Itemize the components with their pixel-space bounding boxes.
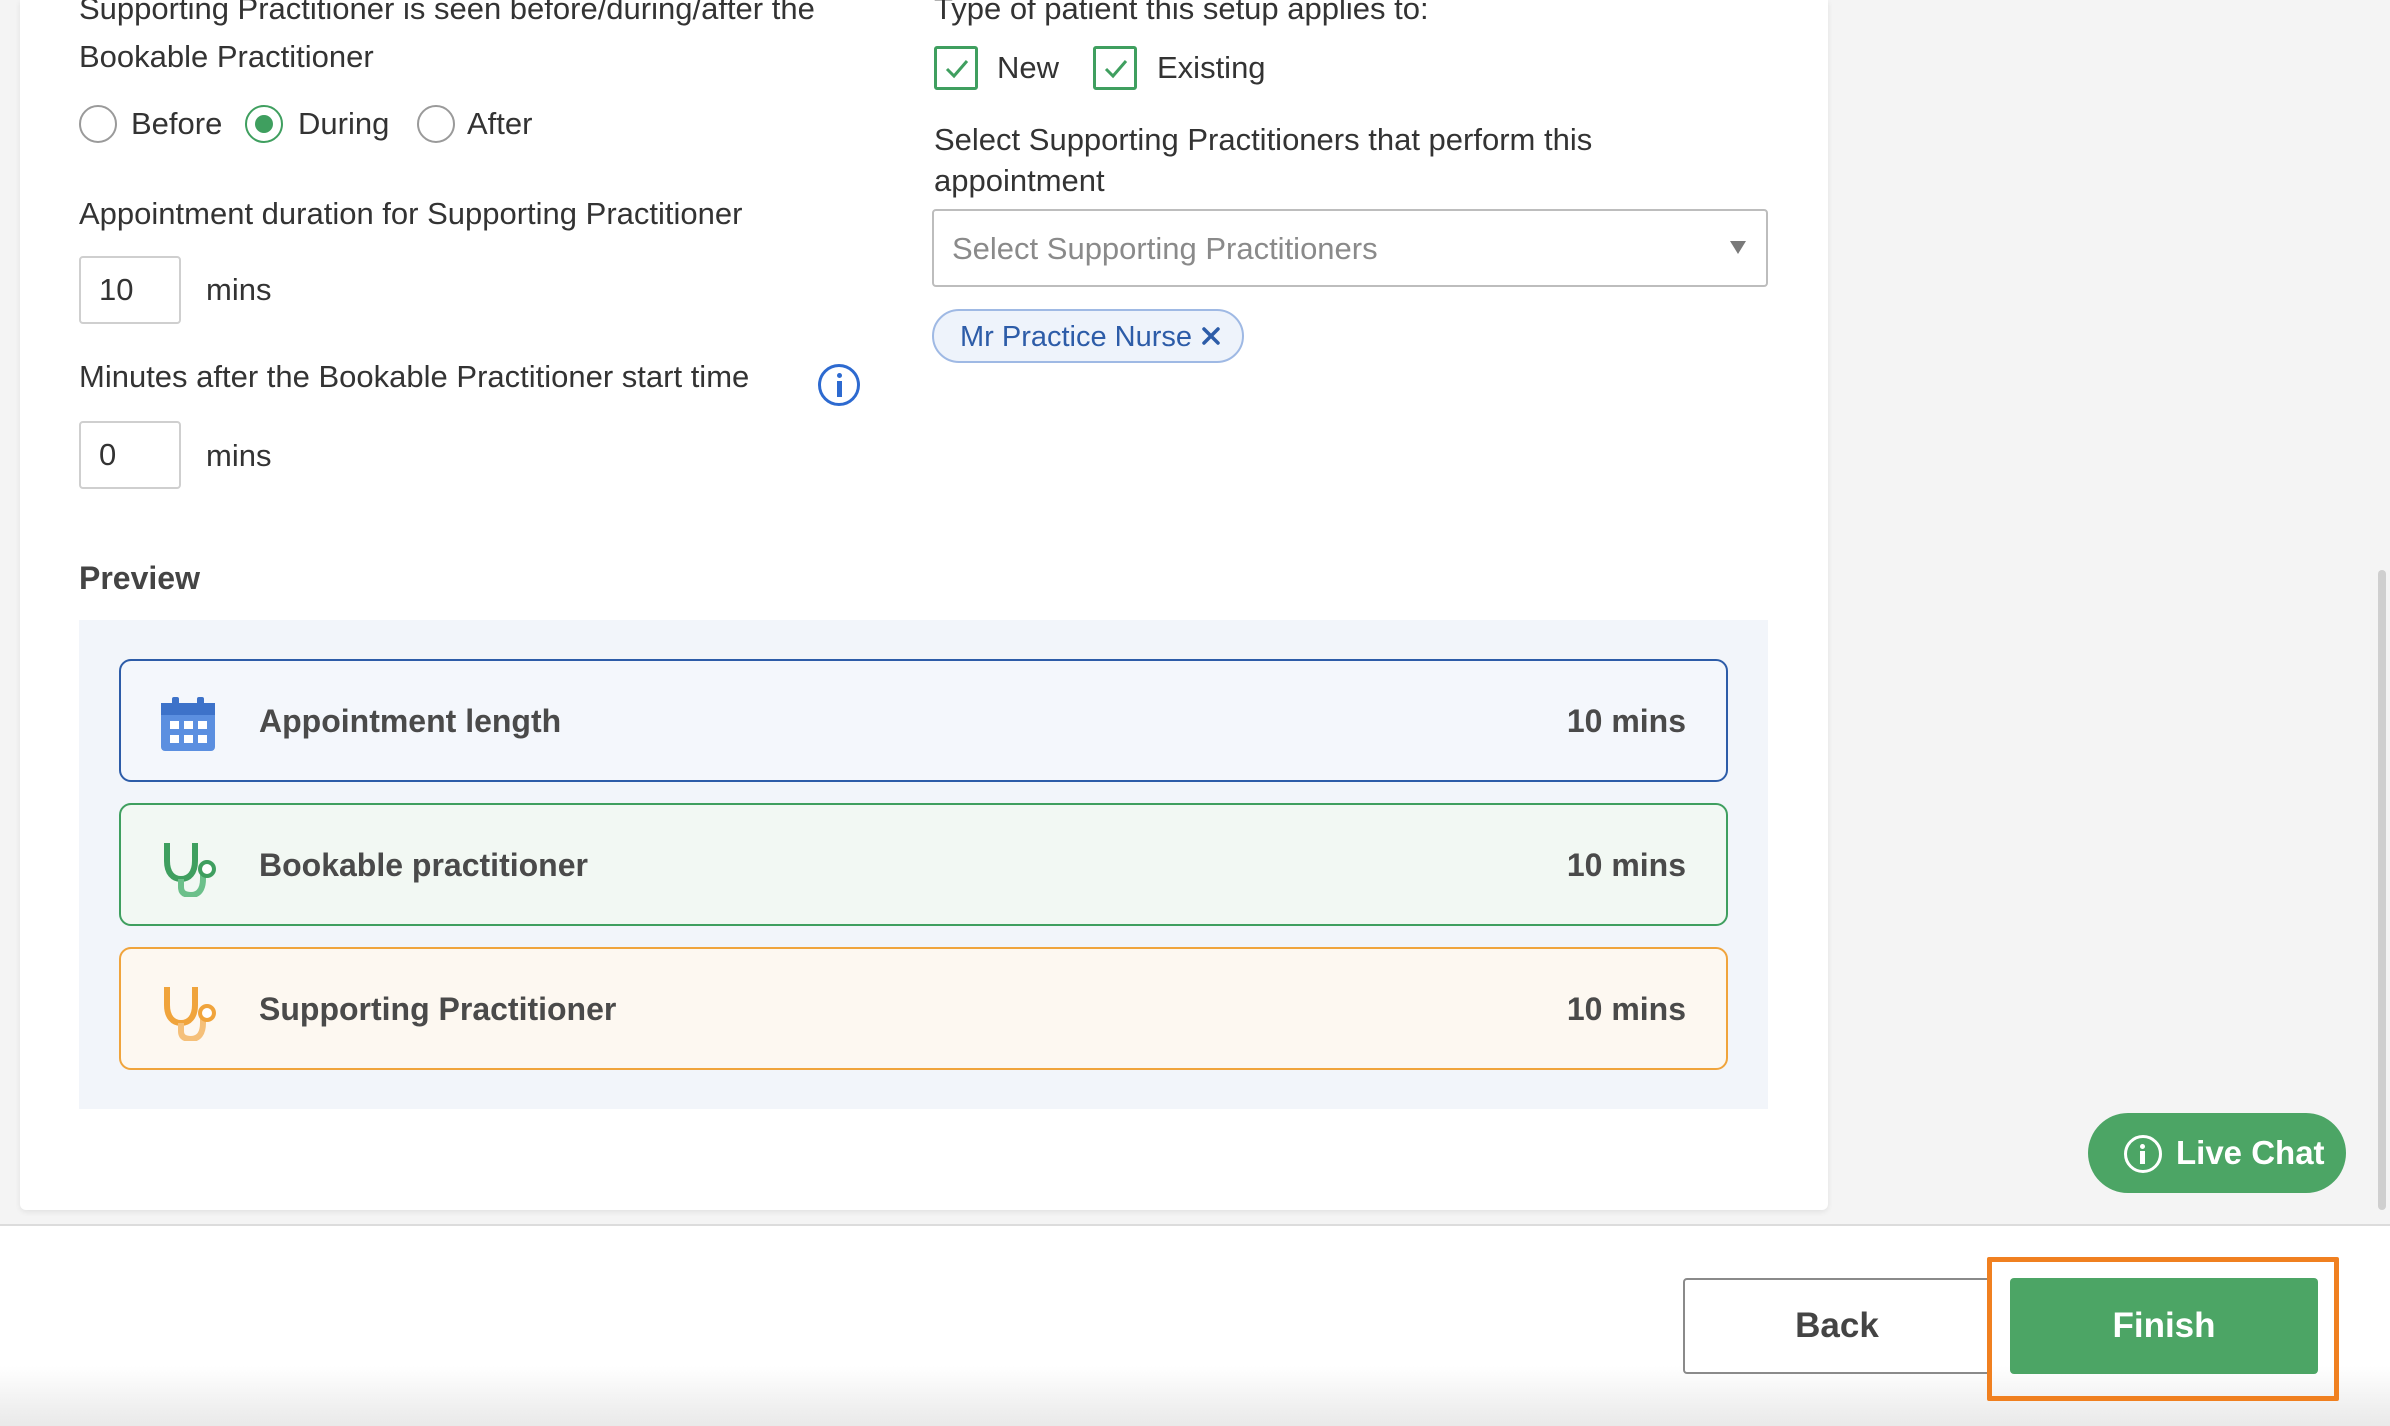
page-scrollbar[interactable]: [2378, 570, 2386, 1210]
row-value: 10 mins: [1566, 703, 1686, 739]
calendar-icon: [161, 697, 215, 751]
duration-unit: mins: [206, 272, 272, 307]
row-label: Bookable practitioner: [259, 847, 588, 883]
check-icon: [945, 60, 969, 79]
radio-during-label: During: [298, 106, 390, 141]
radio-during[interactable]: [245, 105, 283, 143]
preview-title: Preview: [79, 560, 200, 596]
check-icon: [1104, 60, 1128, 79]
finish-button[interactable]: Finish: [2010, 1278, 2318, 1374]
checkbox-new-label: New: [997, 50, 1060, 85]
row-label: Appointment length: [259, 703, 562, 739]
info-icon[interactable]: [818, 364, 860, 406]
setup-card: Supporting Practitioner is seen before/d…: [20, 0, 1828, 1210]
supporting-practitioner-select[interactable]: Select Supporting Practitioners: [932, 209, 1768, 287]
duration-label: Appointment duration for Supporting Prac…: [79, 196, 743, 231]
dropdown-arrow-icon: [1730, 241, 1746, 254]
preview-row-supporting-practitioner: Supporting Practitioner 10 mins: [119, 947, 1728, 1070]
checkbox-existing[interactable]: [1093, 46, 1137, 90]
supporting-label: Select Supporting Practitioners that per…: [934, 122, 1593, 157]
preview-row-bookable-practitioner: Bookable practitioner 10 mins: [119, 803, 1728, 926]
radio-after[interactable]: [417, 105, 455, 143]
radio-after-label: After: [467, 106, 533, 141]
duration-input[interactable]: 10: [79, 256, 181, 324]
row-label: Supporting Practitioner: [259, 991, 617, 1027]
radio-before-label: Before: [131, 106, 223, 141]
back-button[interactable]: Back: [1683, 1278, 1991, 1374]
seen-when-label-cont: Bookable Practitioner: [79, 39, 374, 74]
offset-unit: mins: [206, 438, 272, 473]
patient-type-label: Type of patient this setup applies to:: [934, 0, 1429, 26]
chip-label: Mr Practice Nurse: [960, 321, 1193, 353]
selected-practitioner-chip: Mr Practice Nurse: [932, 309, 1244, 363]
stethoscope-icon: [164, 987, 216, 1041]
live-chat-button[interactable]: Live Chat: [2088, 1113, 2346, 1193]
offset-input[interactable]: 0: [79, 421, 181, 489]
row-value: 10 mins: [1566, 991, 1686, 1027]
seen-when-label: Supporting Practitioner is seen before/d…: [79, 0, 815, 26]
supporting-label-cont: appointment: [934, 163, 1105, 198]
stethoscope-icon: [164, 843, 216, 897]
remove-chip-icon[interactable]: [1198, 323, 1224, 349]
checkbox-existing-label: Existing: [1157, 50, 1266, 85]
preview-row-appointment-length: Appointment length 10 mins: [119, 659, 1728, 782]
checkbox-new[interactable]: [934, 46, 978, 90]
select-placeholder: Select Supporting Practitioners: [952, 231, 1378, 266]
live-chat-label: Live Chat: [2176, 1134, 2325, 1171]
preview-panel: Appointment length 10 mins Bookable prac…: [79, 620, 1768, 1109]
radio-before[interactable]: [79, 105, 117, 143]
page: Supporting Practitioner is seen before/d…: [0, 0, 2390, 1426]
row-value: 10 mins: [1566, 847, 1686, 883]
offset-label: Minutes after the Bookable Practitioner …: [79, 359, 750, 394]
info-icon: [2124, 1135, 2162, 1173]
